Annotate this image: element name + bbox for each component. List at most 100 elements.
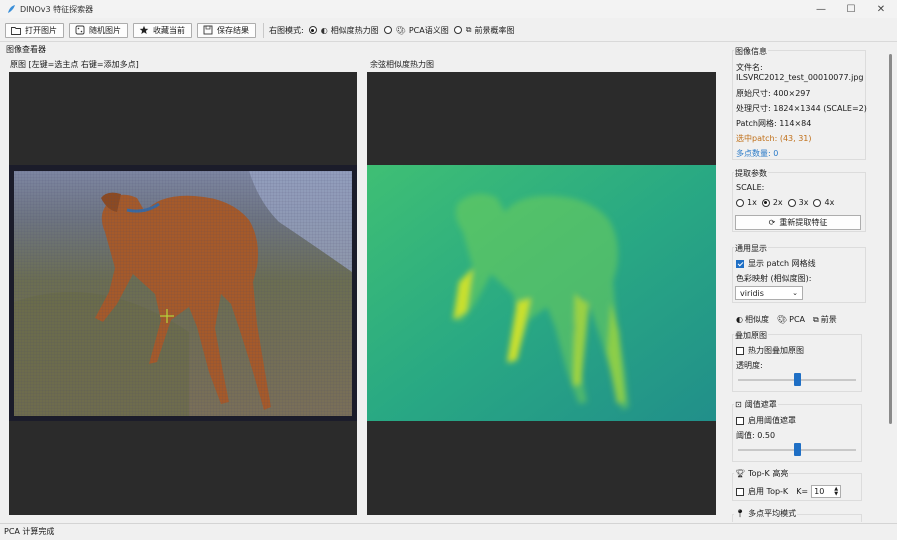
topk-title: Top-K 高亮 [748,469,789,478]
mode-tabs: ◐ 相似度 🎨︎ PCA ⧉ 前景 [736,314,837,325]
random-image-label: 随机图片 [89,25,121,35]
sidebar-scrollbar[interactable] [887,44,895,522]
tab-foreground[interactable]: ⧉ 前景 [813,314,837,325]
save-result-button[interactable]: 保存结果 [197,22,256,38]
refresh-icon: ⟳ [768,218,776,227]
favorite-label: 收藏当前 [153,25,185,35]
scale-1x-radio[interactable] [736,198,744,207]
overlay-checkbox[interactable] [736,346,744,355]
layers-icon: ⧉ [465,25,472,34]
show-grid-checkbox[interactable] [736,259,744,268]
scale-label: SCALE: [736,183,765,192]
scale-3x-radio[interactable] [787,198,796,207]
colormap-label: 色彩映射 (相似度图): [736,274,812,283]
radio-indicator [383,26,392,34]
status-bar: PCA 计算完成 [0,523,897,540]
right-mode-label: 右图模式: [269,25,304,35]
opacity-label: 透明度: [736,361,763,370]
heatmap-canvas[interactable] [367,72,716,515]
save-result-label: 保存结果 [217,25,249,35]
scrollbar-thumb[interactable] [889,54,892,424]
mode-pca-radio[interactable]: 🎨︎ PCA语义图 [383,25,449,36]
scale-1x-label: 1x [747,198,757,207]
mode-pca-label: PCA语义图 [408,25,449,35]
original-image [9,165,357,421]
colormap-select[interactable]: viridis ⌄ [735,286,803,300]
k-label: K= [796,487,809,496]
tab-pca[interactable]: 🎨︎ PCA [777,315,805,324]
mode-foreground-label: 前景概率图 [474,25,515,35]
filename-label: 文件名: [736,63,763,72]
toolbar: 打开图片 随机图片 收藏当前 保存结果 右图模式: ◐ 相似度热力图 🎨︎ PC… [0,19,897,42]
scale-4x-label: 4x [824,198,835,207]
topk-checkbox[interactable] [736,487,744,496]
threshold-title: 阈值遮罩 [744,400,777,409]
scale-2x-radio[interactable] [761,198,770,207]
viewer-group-title: 图像查看器 [6,45,46,54]
filename-value: ILSVRC2012_test_00010077.jpg [736,73,864,82]
window-title: DINOv3 特征探索器 [20,4,94,14]
dice-icon [75,25,85,35]
patch-grid: Patch网格: 114×84 [736,119,812,128]
mask-icon: ⊡ [735,400,742,409]
multi-title: 多点平均模式 [748,509,797,518]
similarity-heatmap [367,165,716,421]
show-grid-row[interactable]: 显示 patch 网格线 [736,258,816,269]
topk-label: 启用 Top-K [748,487,789,496]
topk-title-row: 🏆︎ Top-K 高亮 [734,468,790,479]
original-image-canvas[interactable] [9,72,357,515]
status-text: PCA 计算完成 [4,527,55,536]
k-value: 10 [814,487,825,496]
scale-3x-label: 3x [798,198,809,207]
app-feather-icon [6,4,16,14]
overlay-row[interactable]: 热力图叠加原图 [736,345,804,356]
threshold-title-row: ⊡ 阈值遮罩 [734,399,778,410]
threshold-row[interactable]: 启用阈值遮罩 [736,415,796,426]
open-image-button[interactable]: 打开图片 [5,22,64,38]
show-grid-label: 显示 patch 网格线 [748,259,816,268]
tab-similarity[interactable]: ◐ 相似度 [736,314,769,325]
colormap-value: viridis [740,288,764,298]
spin-arrows-icon[interactable]: ▲ ▼ [834,486,838,497]
multi-title-row: 📍︎ 多点平均模式 [734,508,798,519]
overlay-title: 叠加原图 [734,330,768,341]
minimize-button[interactable]: — [804,0,838,18]
reextract-button[interactable]: ⟳ 重新提取特征 [735,215,861,230]
favorite-button[interactable]: 收藏当前 [133,22,192,38]
radio-indicator [453,26,462,34]
overlay-label: 热力图叠加原图 [748,346,804,355]
topk-row: 启用 Top-K K= 10 ▲ ▼ [736,485,842,498]
mode-similarity-label: 相似度热力图 [330,25,379,35]
k-spinbox[interactable]: 10 ▲ ▼ [811,485,842,498]
open-image-label: 打开图片 [25,25,57,35]
selected-patch: 选中patch: (43, 31) [736,134,812,143]
threshold-slider-thumb[interactable] [793,443,801,456]
sidebar: 图像信息 文件名: ILSVRC2012_test_00010077.jpg 原… [728,44,886,522]
original-size: 原始尺寸: 400×297 [736,89,811,98]
opacity-slider-thumb[interactable] [793,373,801,386]
mode-foreground-radio[interactable]: ⧉ 前景概率图 [453,25,515,36]
random-image-button[interactable]: 随机图片 [69,22,128,38]
threshold-checkbox[interactable] [736,416,744,425]
extract-params-title: 提取参数 [734,168,768,179]
save-icon [203,25,213,35]
maximize-button[interactable]: ☐ [834,0,868,18]
circle-half-icon: ◐ [736,315,743,324]
tab-foreground-label: 前景 [820,315,837,324]
scale-4x-radio[interactable] [813,198,822,207]
heatmap-panel-label: 余弦相似度热力图 [370,60,434,69]
threshold-value: 阈值: 0.50 [736,431,776,440]
star-icon [139,25,149,35]
display-title: 通用显示 [734,243,768,254]
mode-similarity-radio[interactable]: ◐ 相似度热力图 [308,25,379,36]
pin-icon: 📍︎ [735,509,746,518]
close-button[interactable]: ✕ [864,0,897,18]
original-panel-label: 原图 [左键=选主点 右键=添加多点] [10,60,139,69]
image-info-title: 图像信息 [734,46,768,57]
tab-similarity-label: 相似度 [744,315,769,324]
folder-open-icon [11,25,21,35]
palette-icon: 🎨︎ [776,315,788,324]
radio-indicator [308,26,317,34]
toolbar-divider [263,22,264,38]
processed-size: 处理尺寸: 1824×1344 (SCALE=2) [736,104,867,113]
